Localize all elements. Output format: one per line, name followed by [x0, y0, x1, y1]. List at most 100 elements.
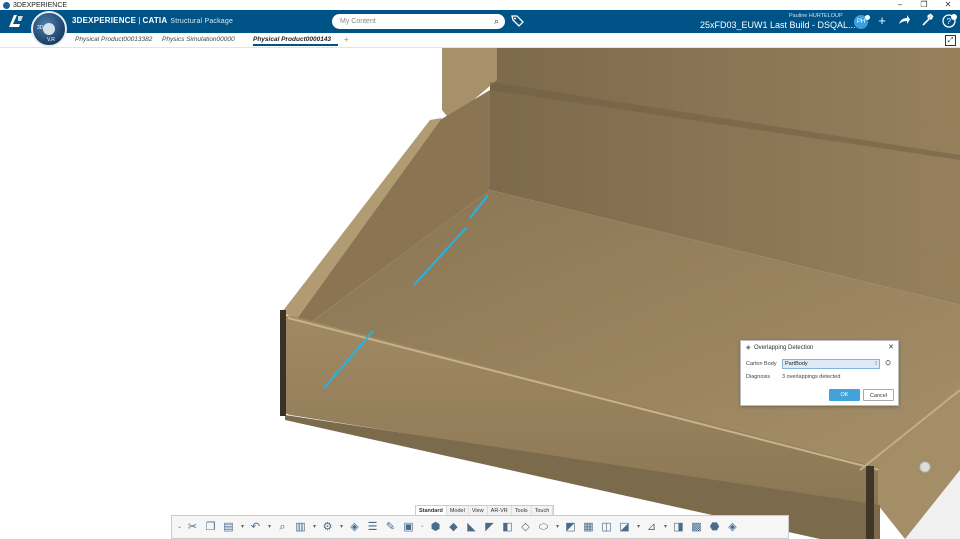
undo-icon[interactable]: ↶: [248, 520, 263, 535]
dialog-title-bar: ◈ Overlapping Detection: [746, 344, 813, 351]
restore-button[interactable]: ❐: [912, 0, 936, 10]
user-name: Pauline HURTELOUP: [789, 13, 843, 19]
close-window-button[interactable]: ✕: [936, 0, 960, 10]
left-edge-thickness: [280, 310, 286, 416]
book-dropdown-icon[interactable]: ▾: [311, 520, 318, 535]
paste-icon[interactable]: ▤: [221, 520, 236, 535]
edit-icon[interactable]: ✎: [383, 520, 398, 535]
open-box-icon[interactable]: ◫: [599, 520, 614, 535]
select-arrow-icon[interactable]: ⁝: [875, 360, 877, 369]
add-icon[interactable]: +: [874, 13, 890, 29]
document-tabs: Physical Product00013382 Physics Simulat…: [0, 33, 960, 48]
analysis-icon[interactable]: ⬣: [707, 520, 722, 535]
carton-icon[interactable]: ▦: [581, 520, 596, 535]
book-icon[interactable]: ▥: [293, 520, 308, 535]
ds-logo-icon[interactable]: [6, 12, 26, 31]
section-tab-view[interactable]: View: [469, 506, 488, 515]
disc-icon[interactable]: ⬭: [536, 520, 551, 535]
panel-icon[interactable]: ◆: [446, 520, 461, 535]
window-titlebar: 3DEXPERIENCE – ❐ ✕: [0, 0, 960, 10]
cancel-button[interactable]: Cancel: [863, 389, 894, 401]
diagnosis-label: Diagnosis: [746, 374, 771, 380]
assembly-icon[interactable]: ⬢: [428, 520, 443, 535]
collab-space-title[interactable]: 25xFD03_EUW1 Last Build - DSQAL... ⌄: [700, 20, 866, 31]
brand-package: Structural Package: [170, 18, 234, 25]
unfold-icon[interactable]: ◨: [671, 520, 686, 535]
carton-body-select[interactable]: PartBody ⁝: [782, 359, 880, 369]
zoom-icon[interactable]: ⌕: [275, 520, 290, 535]
compass-3d-label[interactable]: 3D: [37, 25, 43, 31]
tab-physical-product-1[interactable]: Physical Product00013382: [75, 36, 160, 43]
point-icon[interactable]: ▫: [419, 520, 426, 535]
add-tab-button[interactable]: +: [344, 35, 349, 44]
svg-text:?: ?: [947, 17, 952, 26]
section-tab-ar-vr[interactable]: AR-VR: [488, 506, 512, 515]
measure-icon[interactable]: ⊿: [644, 520, 659, 535]
top-bar: 3DEXPERIENCE | CATIA Structural Package My …: [0, 10, 960, 33]
minimize-button[interactable]: –: [888, 0, 912, 10]
overlapping-detection-dialog: ◈ Overlapping Detection ✕ Carton Body Par…: [740, 340, 899, 406]
brand-title: 3DEXPERIENCE | CATIA Structural Package: [72, 16, 233, 25]
app-icon: [3, 1, 10, 9]
window-controls: – ❐ ✕: [888, 0, 960, 10]
tab-physics-simulation[interactable]: Physics Simulation00000: [162, 36, 248, 43]
compass-play-icon[interactable]: [43, 23, 55, 35]
paste-dropdown-icon[interactable]: ▾: [239, 520, 246, 535]
overlap-detection-icon: ◈: [746, 345, 751, 351]
section-tab-tools[interactable]: Tools: [512, 506, 532, 515]
help-icon[interactable]: ?: [942, 13, 958, 29]
search-input[interactable]: My Content ⌕: [332, 14, 505, 29]
undo-dropdown-icon[interactable]: ▾: [266, 520, 273, 535]
brand-name: 3DEXPERIENCE: [72, 16, 137, 25]
collapse-chevron-icon[interactable]: ⌄: [176, 520, 183, 535]
avatar[interactable]: PH: [854, 15, 870, 29]
tag-icon[interactable]: [511, 14, 524, 27]
corner-icon[interactable]: ◪: [617, 520, 632, 535]
corner-dropdown-icon[interactable]: ▾: [635, 520, 642, 535]
diagnosis-value: 3 overlappings detected: [782, 374, 841, 380]
section-tab-standard[interactable]: Standard: [416, 506, 447, 515]
settings-icon[interactable]: ⚙: [320, 520, 335, 535]
3d-viewport[interactable]: [0, 48, 960, 539]
carton-body-value: PartBody: [785, 361, 808, 367]
brand-app: CATIA: [142, 16, 168, 25]
view-icon[interactable]: ◈: [347, 520, 362, 535]
tab-physical-product-active[interactable]: Physical Product0000143: [253, 36, 338, 46]
search-placeholder: My Content: [340, 18, 376, 25]
drawing-icon[interactable]: ▩: [689, 520, 704, 535]
compass-icon[interactable]: 3D V,R: [31, 11, 67, 47]
overlap-detection-icon[interactable]: ◈: [725, 520, 740, 535]
section-tab-touch[interactable]: Touch: [532, 506, 554, 515]
flange-icon[interactable]: ◤: [482, 520, 497, 535]
share-icon[interactable]: [896, 13, 912, 29]
tools-icon[interactable]: [919, 13, 935, 29]
box-icon[interactable]: ◩: [563, 520, 578, 535]
compass-vr-label[interactable]: V,R: [47, 37, 55, 43]
fold-icon[interactable]: ◣: [464, 520, 479, 535]
section-tab-model[interactable]: Model: [447, 506, 469, 515]
stack-icon[interactable]: ◧: [500, 520, 515, 535]
formula-icon[interactable]: ▣: [401, 520, 416, 535]
avatar-initials: PH: [856, 19, 866, 25]
right-edge-thickness: [866, 466, 874, 539]
carton-model[interactable]: [0, 48, 960, 539]
action-bar-sections: Standard Model View AR-VR Tools Touch: [415, 505, 555, 515]
search-icon[interactable]: ⌕: [494, 14, 499, 29]
brand-separator: |: [138, 16, 141, 25]
robot-widget-icon[interactable]: [919, 461, 931, 473]
ok-button[interactable]: OK: [829, 389, 860, 401]
disc-dropdown-icon[interactable]: ▾: [554, 520, 561, 535]
dialog-title: Overlapping Detection: [754, 345, 814, 351]
table-icon[interactable]: ☰: [365, 520, 380, 535]
pick-icon[interactable]: ⛭: [882, 359, 894, 369]
dialog-close-button[interactable]: ✕: [888, 343, 894, 351]
copy-icon[interactable]: ❐: [203, 520, 218, 535]
action-bar: ⌄ ✂ ❐ ▤ ▾ ↶ ▾ ⌕ ▥ ▾ ⚙ ▾ ◈ ☰ ✎ ▣ ▫ ⬢ ◆ ◣ …: [171, 515, 789, 539]
cut-icon[interactable]: ✂: [185, 520, 200, 535]
fullscreen-icon[interactable]: ⤢: [945, 35, 956, 46]
carton-body-label: Carton Body: [746, 361, 777, 367]
window-title: 3DEXPERIENCE: [13, 1, 68, 9]
measure-dropdown-icon[interactable]: ▾: [662, 520, 669, 535]
sheet-icon[interactable]: ◇: [518, 520, 533, 535]
settings-dropdown-icon[interactable]: ▾: [338, 520, 345, 535]
